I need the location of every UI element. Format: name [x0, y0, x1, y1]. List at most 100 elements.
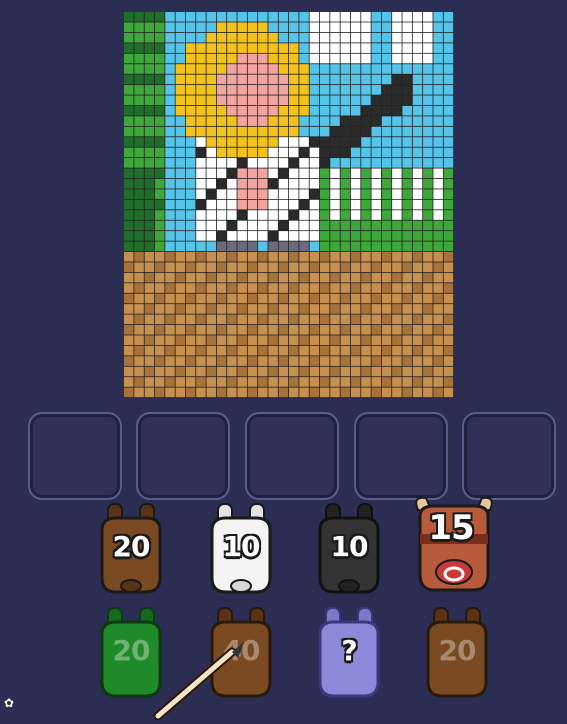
- pixel-cell[interactable]: [350, 262, 361, 273]
- pixel-cell[interactable]: [134, 335, 144, 346]
- pixel-cell[interactable]: [206, 64, 217, 74]
- pixel-cell[interactable]: [154, 241, 165, 252]
- pixel-cell[interactable]: [165, 231, 175, 241]
- pixel-cell[interactable]: [433, 85, 443, 95]
- pixel-cell[interactable]: [433, 262, 443, 273]
- pixel-cell[interactable]: [402, 262, 412, 273]
- pixel-cell[interactable]: [402, 356, 412, 366]
- pixel-cell[interactable]: [350, 251, 361, 262]
- pixel-cell[interactable]: [330, 231, 340, 241]
- pixel-cell[interactable]: [443, 366, 454, 377]
- pixel-cell[interactable]: [392, 147, 402, 158]
- pixel-cell[interactable]: [289, 345, 299, 356]
- pixel-cell[interactable]: [227, 85, 237, 95]
- pixel-cell[interactable]: [299, 272, 309, 283]
- pixel-cell[interactable]: [258, 53, 268, 64]
- pixel-cell[interactable]: [402, 95, 412, 106]
- pixel-cell[interactable]: [299, 293, 309, 304]
- pixel-cell[interactable]: [247, 356, 258, 366]
- pixel-cell[interactable]: [124, 32, 134, 43]
- pixel-cell[interactable]: [134, 199, 144, 210]
- pixel-cell[interactable]: [392, 314, 402, 325]
- pixel-cell[interactable]: [443, 314, 454, 325]
- pixel-cell[interactable]: [350, 126, 361, 137]
- pixel-cell[interactable]: [124, 304, 134, 314]
- pixel-cell[interactable]: [134, 137, 144, 147]
- pixel-cell[interactable]: [144, 314, 155, 325]
- pixel-cell[interactable]: [433, 314, 443, 325]
- pixel-cell[interactable]: [185, 189, 196, 199]
- pixel-cell[interactable]: [299, 147, 309, 158]
- pixel-cell[interactable]: [185, 74, 196, 85]
- pixel-cell[interactable]: [381, 95, 392, 106]
- pixel-cell[interactable]: [134, 95, 144, 106]
- pencil-icon[interactable]: [150, 640, 250, 721]
- pixel-cell[interactable]: [237, 137, 247, 147]
- pixel-cell[interactable]: [350, 210, 361, 220]
- pixel-cell[interactable]: [433, 283, 443, 293]
- pixel-cell[interactable]: [289, 64, 299, 74]
- pixel-cell[interactable]: [134, 158, 144, 168]
- pixel-cell[interactable]: [319, 345, 330, 356]
- pixel-cell[interactable]: [361, 178, 371, 189]
- pixel-cell[interactable]: [154, 116, 165, 126]
- pixel-cell[interactable]: [247, 53, 258, 64]
- pixel-cell[interactable]: [443, 251, 454, 262]
- pixel-cell[interactable]: [237, 304, 247, 314]
- pixel-cell[interactable]: [175, 105, 186, 116]
- pixel-cell[interactable]: [381, 377, 392, 387]
- pixel-cell[interactable]: [247, 189, 258, 199]
- pixel-cell[interactable]: [247, 22, 258, 33]
- pixel-cell[interactable]: [299, 304, 309, 314]
- pixel-cell[interactable]: [350, 199, 361, 210]
- pixel-cell[interactable]: [289, 366, 299, 377]
- pixel-cell[interactable]: [381, 241, 392, 252]
- pixel-cell[interactable]: [258, 85, 268, 95]
- pixel-cell[interactable]: [289, 324, 299, 335]
- pixel-cell[interactable]: [350, 32, 361, 43]
- pixel-cell[interactable]: [216, 262, 227, 273]
- pixel-cell[interactable]: [185, 178, 196, 189]
- pixel-cell[interactable]: [216, 387, 227, 398]
- pixel-cell[interactable]: [330, 147, 340, 158]
- pixel-cell[interactable]: [423, 231, 433, 241]
- pixel-cell[interactable]: [392, 220, 402, 231]
- pixel-cell[interactable]: [443, 22, 454, 33]
- pixel-cell[interactable]: [247, 231, 258, 241]
- pixel-cell[interactable]: [392, 283, 402, 293]
- pixel-cell[interactable]: [268, 189, 278, 199]
- pixel-cell[interactable]: [392, 189, 402, 199]
- pixel-cell[interactable]: [144, 220, 155, 231]
- pixel-cell[interactable]: [350, 293, 361, 304]
- pixel-cell[interactable]: [196, 85, 206, 95]
- pixel-cell[interactable]: [299, 220, 309, 231]
- pixel-cell[interactable]: [154, 356, 165, 366]
- pixel-cell[interactable]: [206, 116, 217, 126]
- pixel-cell[interactable]: [196, 178, 206, 189]
- pixel-cell[interactable]: [289, 168, 299, 179]
- pixel-cell[interactable]: [227, 147, 237, 158]
- pixel-cell[interactable]: [371, 116, 382, 126]
- pixel-cell[interactable]: [278, 293, 289, 304]
- pixel-cell[interactable]: [258, 74, 268, 85]
- pixel-cell[interactable]: [196, 43, 206, 53]
- pixel-cell[interactable]: [247, 126, 258, 137]
- pixel-cell[interactable]: [175, 293, 186, 304]
- pixel-cell[interactable]: [134, 324, 144, 335]
- pixel-cell[interactable]: [237, 53, 247, 64]
- pixel-cell[interactable]: [371, 231, 382, 241]
- pixel-cell[interactable]: [144, 251, 155, 262]
- pixel-cell[interactable]: [154, 158, 165, 168]
- pixel-cell[interactable]: [299, 387, 309, 398]
- pixel-cell[interactable]: [227, 105, 237, 116]
- pixel-cell[interactable]: [371, 356, 382, 366]
- pixel-cell[interactable]: [381, 158, 392, 168]
- pixel-cell[interactable]: [237, 158, 247, 168]
- pixel-cell[interactable]: [227, 272, 237, 283]
- pixel-cell[interactable]: [330, 251, 340, 262]
- pixel-cell[interactable]: [278, 262, 289, 273]
- pixel-cell[interactable]: [361, 231, 371, 241]
- pixel-cell[interactable]: [319, 158, 330, 168]
- pixel-cell[interactable]: [361, 74, 371, 85]
- pixel-cell[interactable]: [227, 116, 237, 126]
